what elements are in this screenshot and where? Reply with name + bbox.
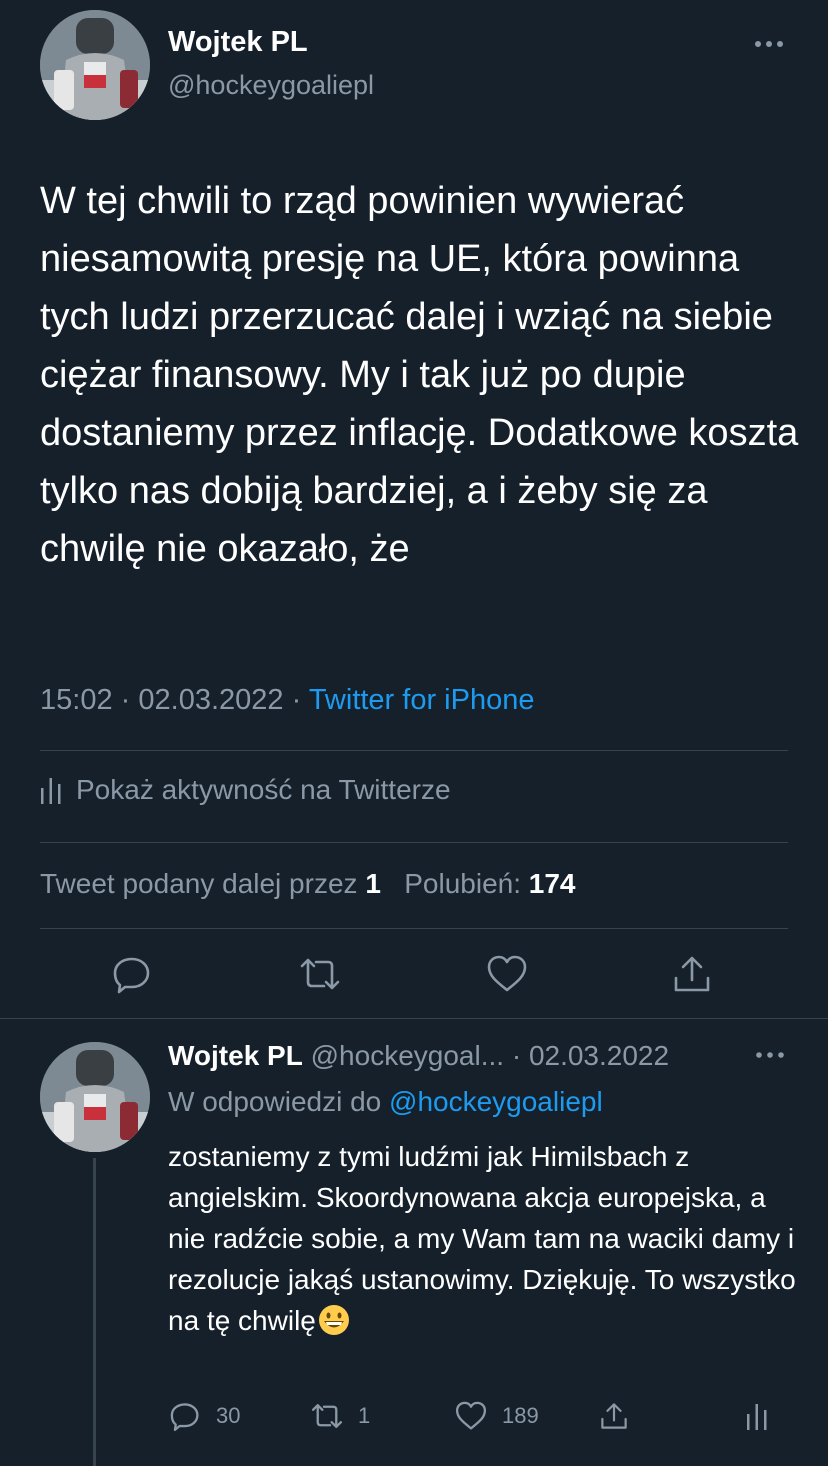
share-icon [601,1403,627,1429]
likes-count: 174 [528,868,576,899]
meta-separator: · [511,1040,522,1071]
reply-activity-button[interactable] [746,1396,768,1436]
likes-label: Polubień: [404,868,521,899]
reply-text: zostaniemy z tymi ludźmi jak Himilsbach … [168,1141,796,1336]
avatar-image [40,1042,150,1152]
reply-author-name[interactable]: Wojtek PL [168,1040,303,1071]
replying-label: W odpowiedzi do [168,1086,382,1117]
retweet-icon [300,958,340,990]
bar-chart-icon [747,1404,767,1430]
like-button[interactable] [485,952,529,996]
avatar-image [40,10,150,120]
more-icon[interactable] [752,34,786,54]
share-button[interactable] [670,952,714,996]
tweet-stats: Tweet podany dalej przez 1 Polubień: 174 [40,868,576,900]
tweet-text: W tej chwili to rząd powinien wywierać n… [40,180,799,570]
tweet-date[interactable]: 02.03.2022 [138,684,283,716]
tweet-source-link[interactable]: Twitter for iPhone [309,684,535,716]
heart-icon [487,955,527,992]
section-separator [0,1018,828,1019]
show-activity-button[interactable]: Pokaż aktywność na Twitterze [40,774,451,806]
divider [40,842,788,843]
reply-author-avatar[interactable] [40,1042,150,1152]
bar-chart-icon [41,778,61,804]
author-avatar[interactable] [40,10,150,120]
reply-button[interactable] [110,952,154,996]
share-icon [674,956,710,992]
retweets-stat[interactable]: Tweet podany dalej przez 1 [40,868,381,899]
retweets-count: 1 [365,868,381,899]
reply-retweets-count: 1 [358,1403,371,1428]
reply-replies-button[interactable]: 30 [168,1396,240,1436]
reply-share-button[interactable] [598,1396,630,1436]
reply-icon [170,1403,199,1432]
retweet-button[interactable] [298,952,342,996]
meta-separator: · [120,684,131,716]
reply-like-button[interactable]: 189 [454,1396,539,1436]
author-handle[interactable]: @hockeygoaliepl [168,70,374,101]
divider [40,928,788,929]
reply-header: Wojtek PL @hockeygoal... · 02.03.2022 [168,1040,669,1072]
replying-to: W odpowiedzi do @hockeygoaliepl [168,1086,603,1118]
reply-date[interactable]: 02.03.2022 [529,1040,669,1071]
heart-icon [455,1401,487,1430]
meta-separator: · [291,684,302,716]
reply-retweet-button[interactable]: 1 [310,1396,370,1436]
divider [40,750,788,751]
tweet-time: 15:02 [40,684,113,716]
more-icon[interactable] [754,1046,786,1064]
likes-stat[interactable]: Polubień: 174 [404,868,575,899]
reply-icon [113,957,150,994]
reply-text-block: zostaniemy z tymi ludźmi jak Himilsbach … [168,1136,808,1341]
show-activity-label: Pokaż aktywność na Twitterze [76,774,451,805]
reply-likes-count: 189 [502,1403,539,1428]
grinning-face-emoji [318,1304,350,1336]
thread-line [93,1158,96,1466]
replying-to-handle[interactable]: @hockeygoaliepl [389,1086,603,1117]
reply-author-handle[interactable]: @hockeygoal... [311,1040,504,1071]
retweet-icon [311,1404,343,1428]
replies-count: 30 [216,1403,241,1428]
retweets-label: Tweet podany dalej przez [40,868,358,899]
tweet-meta: 15:02 · 02.03.2022 · Twitter for iPhone [40,684,534,717]
author-name[interactable]: Wojtek PL [168,26,308,59]
